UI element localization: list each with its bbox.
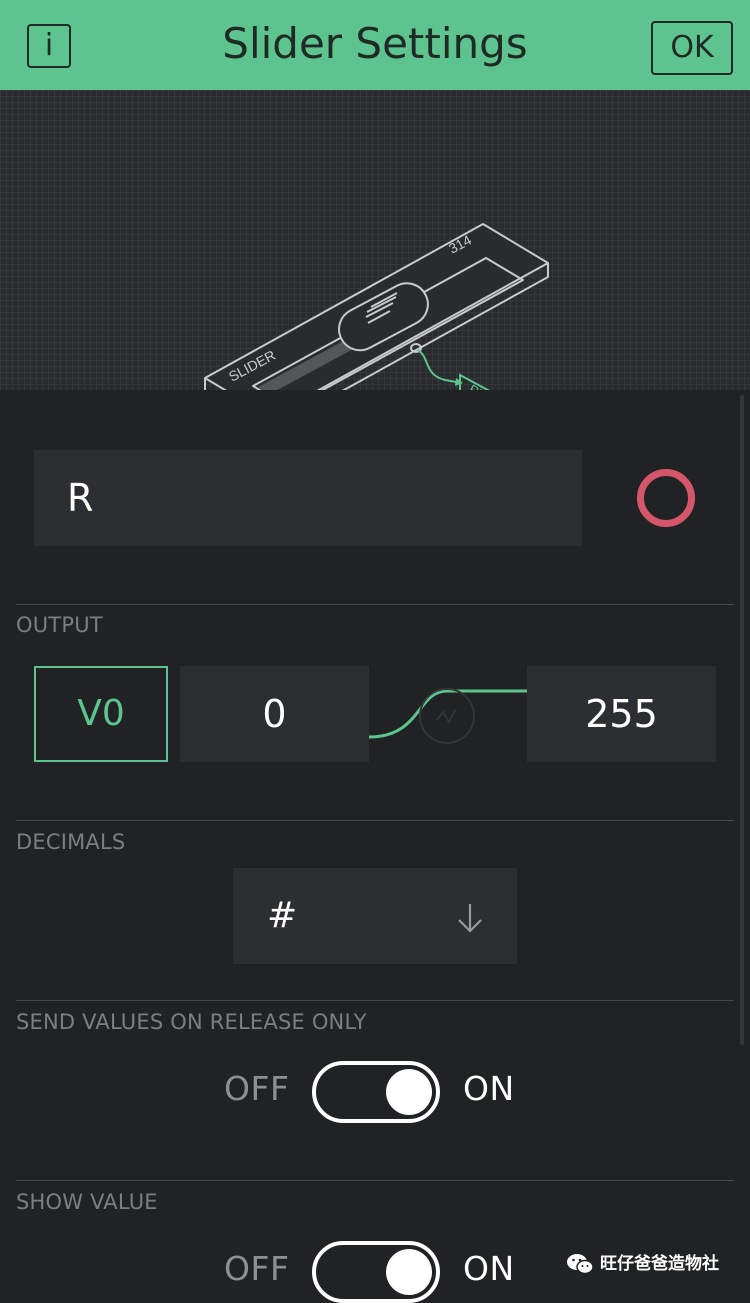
decimals-dropdown[interactable]: # <box>233 868 517 964</box>
wechat-icon <box>567 1254 594 1275</box>
divider <box>16 820 734 821</box>
slider-illustration: SLIDER 314 PIN <box>0 90 750 390</box>
send-on-release-off-label: OFF <box>224 1069 290 1108</box>
show-value-on-label: ON <box>463 1249 515 1288</box>
send-on-release-label: SEND VALUES ON RELEASE ONLY <box>16 1010 367 1034</box>
watermark: 旺仔爸爸造物社 <box>566 1248 719 1280</box>
mapping-curve-icon <box>369 688 527 744</box>
ok-button[interactable]: OK <box>651 21 733 75</box>
output-section-label: OUTPUT <box>16 613 103 637</box>
divider <box>16 1180 734 1181</box>
header-bar: i Slider Settings OK <box>0 0 750 90</box>
decimals-section-label: DECIMALS <box>16 830 126 854</box>
output-min-input[interactable]: 0 <box>180 666 369 762</box>
decimals-selected-value: # <box>267 895 298 936</box>
divider <box>16 604 734 605</box>
output-max-input[interactable]: 255 <box>527 666 716 762</box>
show-value-off-label: OFF <box>224 1249 290 1288</box>
pin-tag-text: PIN <box>467 381 493 390</box>
slider-diagram-icon: SLIDER 314 PIN <box>204 223 549 390</box>
scrollbar[interactable] <box>740 395 744 1045</box>
show-value-label: SHOW VALUE <box>16 1190 158 1214</box>
watermark-text: 旺仔爸爸造物社 <box>600 1254 719 1274</box>
color-picker-button[interactable] <box>637 469 695 527</box>
toggle-knob <box>386 1249 432 1295</box>
send-on-release-toggle[interactable] <box>312 1061 440 1123</box>
page-title: Slider Settings <box>222 19 528 68</box>
send-on-release-on-label: ON <box>463 1069 515 1108</box>
divider <box>16 1000 734 1001</box>
widget-name-input[interactable]: R <box>34 450 582 546</box>
show-value-toggle[interactable] <box>312 1241 440 1303</box>
arrow-down-icon <box>458 904 482 933</box>
output-pin-selector[interactable]: V0 <box>34 666 168 762</box>
toggle-knob <box>386 1069 432 1115</box>
